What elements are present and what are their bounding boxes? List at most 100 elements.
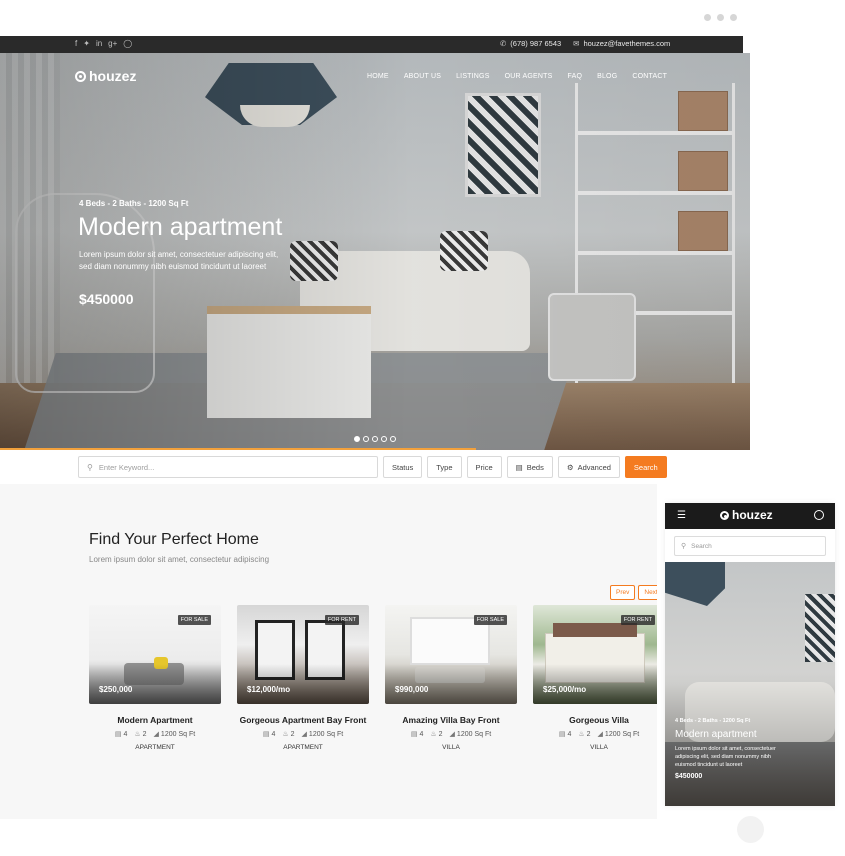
- slider-dot[interactable]: [381, 436, 387, 442]
- prev-button[interactable]: Prev: [610, 585, 636, 600]
- logo-mark-icon: [75, 70, 86, 82]
- slider-dot[interactable]: [363, 436, 369, 442]
- listing-type[interactable]: VILLA: [533, 744, 657, 751]
- status-filter[interactable]: Status: [383, 456, 423, 478]
- listing-area-unit: Sq Ft: [178, 731, 196, 738]
- mobile-brand-name: houzez: [732, 508, 773, 522]
- nav-our-agents[interactable]: OUR AGENTS: [505, 73, 553, 80]
- listing-type[interactable]: APARTMENT: [237, 744, 369, 751]
- listing-area-unit: Sq Ft: [622, 731, 640, 738]
- area-icon: ◢: [597, 731, 603, 738]
- linkedin-icon[interactable]: in: [96, 39, 102, 49]
- listing-badge: FOR SALE: [473, 615, 507, 625]
- main-nav: HOME ABOUT US LISTINGS OUR AGENTS FAQ BL…: [367, 73, 667, 80]
- price-filter[interactable]: Price: [466, 456, 502, 478]
- screenshot-canvas: f ✦ in g+ ◯ ✆ (678) 987 6543 ✉ houzez@fave…: [0, 0, 845, 856]
- next-button[interactable]: Next: [638, 585, 657, 600]
- mobile-hero-description: Lorem ipsum dolor sit amet, consectetuer…: [675, 746, 776, 768]
- mobile-search-input[interactable]: ⚲ Search: [674, 536, 826, 556]
- nav-about-us[interactable]: ABOUT US: [404, 73, 441, 80]
- area-icon: ◢: [301, 731, 307, 738]
- listing-card[interactable]: FOR SALE $250,000 Modern Apartment ▤ 4 ♨ 2…: [89, 605, 221, 751]
- google-plus-icon[interactable]: g+: [108, 39, 117, 49]
- listing-baths: ♨ 2: [134, 730, 146, 738]
- listing-badge: FOR SALE: [177, 615, 211, 625]
- keyword-input[interactable]: ⚲ Enter Keyword...: [78, 456, 378, 478]
- listing-photo[interactable]: FOR SALE $250,000: [89, 605, 221, 704]
- hero-slider: houzez HOME ABOUT US LISTINGS OUR AGENTS…: [0, 53, 750, 450]
- status-filter-label: Status: [392, 462, 414, 472]
- listing-photo[interactable]: FOR RENT $12,000/mo: [237, 605, 369, 704]
- bed-icon: ▤: [515, 462, 523, 472]
- beds-filter[interactable]: ▤ Beds: [506, 456, 553, 478]
- hero-description: Lorem ipsum dolor sit amet, consectetuer…: [79, 250, 279, 271]
- listing-area-value: 1200: [456, 731, 473, 738]
- mobile-hero-overlay: [665, 562, 835, 806]
- listing-baths: ♨ 2: [282, 730, 294, 738]
- nav-faq[interactable]: FAQ: [567, 73, 582, 80]
- listing-card[interactable]: FOR RENT $12,000/mo Gorgeous Apartment B…: [237, 605, 369, 751]
- listing-title[interactable]: Modern Apartment: [89, 715, 221, 725]
- brand-logo[interactable]: houzez: [75, 68, 136, 84]
- listing-title[interactable]: Gorgeous Villa: [533, 715, 657, 725]
- listing-area: ◢ 1200 Sq Ft: [450, 730, 492, 738]
- slider-dot[interactable]: [354, 436, 360, 442]
- nav-listings[interactable]: LISTINGS: [456, 73, 490, 80]
- listing-badge: FOR RENT: [324, 615, 359, 625]
- listing-baths-value: 2: [586, 731, 591, 738]
- scroll-indicator: [737, 816, 764, 843]
- mobile-search-placeholder: Search: [691, 542, 712, 550]
- listing-card[interactable]: FOR RENT $25,000/mo Gorgeous Villa ▤ 4 ♨ 2…: [533, 605, 657, 751]
- listing-photo[interactable]: FOR RENT $25,000/mo: [533, 605, 657, 704]
- bath-icon: ♨: [282, 731, 289, 738]
- hamburger-icon[interactable]: ☰: [677, 510, 686, 521]
- section-title: Find Your Perfect Home: [89, 531, 259, 548]
- listing-baths-value: 2: [290, 731, 295, 738]
- listing-area-value: 1200: [604, 731, 621, 738]
- mobile-header: ☰ houzez: [665, 503, 835, 529]
- mobile-brand-logo[interactable]: houzez: [720, 508, 773, 522]
- slider-dot[interactable]: [372, 436, 378, 442]
- section-subtitle: Lorem ipsum dolor sit amet, consectetur …: [89, 555, 270, 564]
- twitter-icon[interactable]: ✦: [83, 39, 90, 49]
- listing-card[interactable]: FOR SALE $990,000 Amazing Villa Bay Fron…: [385, 605, 517, 751]
- listing-price: $25,000/mo: [543, 685, 587, 694]
- instagram-icon[interactable]: ◯: [123, 39, 132, 49]
- search-button[interactable]: Search: [624, 456, 667, 478]
- search-bar: ⚲ Enter Keyword... Status Type Price ▤ Be…: [78, 456, 667, 478]
- listing-beds-value: 4: [123, 731, 128, 738]
- listing-area: ◢ 1200 Sq Ft: [598, 730, 640, 738]
- email-link[interactable]: ✉ houzez@favethemes.com: [573, 39, 670, 49]
- slider-progress-bar: [0, 448, 476, 450]
- social-links: f ✦ in g+ ◯: [75, 39, 132, 49]
- slider-dot[interactable]: [390, 436, 396, 442]
- listing-photo[interactable]: FOR SALE $990,000: [385, 605, 517, 704]
- listing-area-unit: Sq Ft: [474, 731, 492, 738]
- advanced-filter[interactable]: ⚙ Advanced: [557, 456, 620, 478]
- listing-baths: ♨ 2: [578, 730, 590, 738]
- nav-blog[interactable]: BLOG: [597, 73, 617, 80]
- mobile-hero: 4 Beds - 2 Baths - 1200 Sq Ft Modern apa…: [665, 562, 835, 806]
- listing-features: ▤ 4 ♨ 2 ◢ 1200 Sq Ft: [533, 730, 657, 738]
- listing-badge: FOR RENT: [620, 615, 655, 625]
- listing-type[interactable]: VILLA: [385, 744, 517, 751]
- type-filter[interactable]: Type: [427, 456, 462, 478]
- area-icon: ◢: [449, 731, 455, 738]
- search-icon: ⚲: [681, 543, 687, 550]
- user-icon[interactable]: [814, 510, 824, 520]
- facebook-icon[interactable]: f: [75, 39, 77, 49]
- slider-pagination: [354, 436, 396, 442]
- listing-title[interactable]: Gorgeous Apartment Bay Front: [237, 715, 369, 725]
- listing-area-unit: Sq Ft: [326, 731, 344, 738]
- window-dots: [704, 14, 737, 21]
- phone-link[interactable]: ✆ (678) 987 6543: [500, 39, 561, 49]
- hero-title[interactable]: Modern apartment: [78, 213, 282, 242]
- listing-title[interactable]: Amazing Villa Bay Front: [385, 715, 517, 725]
- listing-price: $990,000: [395, 685, 429, 694]
- listing-beds-value: 4: [271, 731, 276, 738]
- listing-type[interactable]: APARTMENT: [89, 744, 221, 751]
- nav-contact[interactable]: CONTACT: [632, 73, 667, 80]
- mobile-hero-title[interactable]: Modern apartment: [675, 729, 757, 740]
- nav-home[interactable]: HOME: [367, 73, 389, 80]
- keyword-placeholder: Enter Keyword...: [98, 462, 155, 472]
